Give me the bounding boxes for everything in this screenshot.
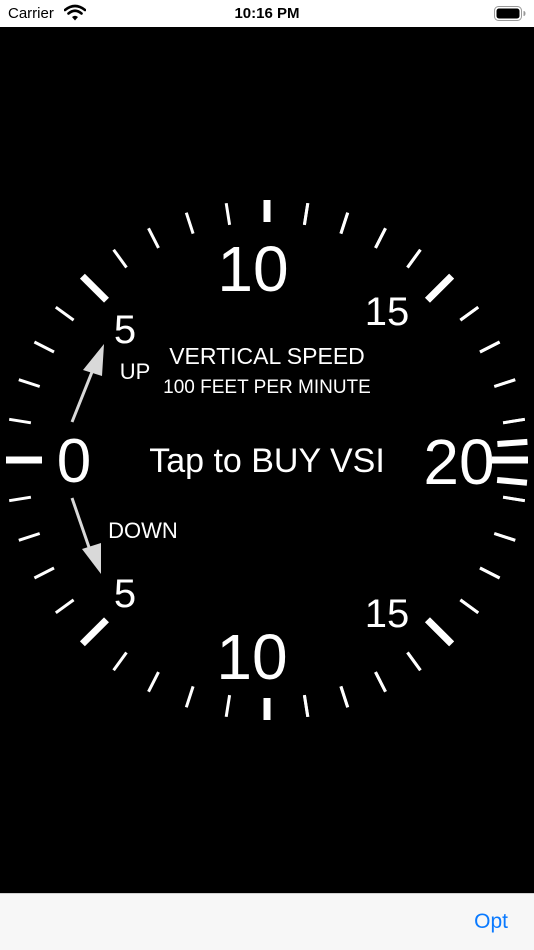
gauge-tick-b13	[374, 671, 387, 693]
gauge-tick-9	[224, 202, 232, 226]
buy-vsi-button[interactable]: Tap to BUY VSI	[149, 442, 385, 480]
gauge-tick-7	[147, 227, 160, 249]
battery-icon	[494, 6, 526, 21]
up-needle	[70, 344, 104, 423]
down-needle	[70, 497, 101, 574]
gauge-tick-b19	[502, 495, 526, 503]
gauge-tick-b16	[459, 598, 480, 615]
gauge-tick-b28	[339, 212, 350, 235]
gauge-tick-8	[184, 212, 195, 235]
scale-label-up-5: 5	[114, 308, 136, 352]
status-time: 10:16 PM	[234, 5, 300, 22]
gauge-tick-r1	[497, 438, 528, 447]
gauge-tick-1	[8, 417, 32, 425]
gauge-title: VERTICAL SPEED	[169, 343, 365, 369]
status-bar: Carrier 10:16 PM	[0, 0, 534, 27]
gauge-tick-b3	[33, 566, 55, 580]
scale-label-down-15: 15	[365, 592, 410, 636]
gauge-tick-2	[18, 378, 41, 388]
scale-label-20: 20	[423, 426, 494, 498]
gauge-tick-b26	[406, 248, 422, 269]
gauge-tick-b8	[184, 685, 195, 708]
gauge-tick-b23	[479, 340, 501, 354]
gauge-tick-b29	[302, 202, 310, 226]
scale-label-0: 0	[57, 427, 91, 496]
scale-label-up-15: 15	[365, 290, 410, 334]
gauge-tick-b5	[79, 617, 109, 647]
gauge-tick-b12	[339, 685, 350, 708]
up-label: UP	[120, 359, 151, 384]
gauge-subtitle: 100 FEET PER MINUTE	[163, 377, 371, 398]
gauge-tick-b27	[374, 227, 387, 249]
gauge-tick-b4	[54, 598, 75, 615]
gauge-tick-5	[79, 273, 109, 303]
scale-label-down-5: 5	[114, 572, 136, 616]
gauge-tick-4	[54, 305, 75, 322]
bottom-toolbar: Opt	[0, 893, 534, 950]
gauge-tick-3	[33, 340, 55, 354]
gauge-tick-6	[112, 248, 128, 269]
gauge-tick-b17	[479, 566, 501, 580]
gauge-tick-b6	[112, 651, 128, 672]
gauge-tick-b25	[425, 273, 455, 303]
gauge-tick-b24	[459, 305, 480, 322]
gauge-tick-b9	[224, 694, 232, 718]
scale-label-down-10: 10	[216, 621, 287, 693]
gauge-tick-b15	[425, 617, 455, 647]
gauge-tick-b2	[18, 532, 41, 542]
opt-button[interactable]: Opt	[474, 910, 508, 934]
gauge-tick-b7	[147, 671, 160, 693]
gauge-tick-b1	[8, 495, 32, 503]
gauge-tick-b14	[406, 651, 422, 672]
gauge-tick-b11	[302, 694, 310, 718]
gauge-tick-b18	[493, 532, 516, 542]
down-label: DOWN	[108, 518, 178, 543]
gauge-tick-b22	[493, 378, 516, 388]
scale-label-up-10: 10	[217, 233, 288, 305]
vsi-gauge[interactable]: 0 5 10 15 20 5 10 15 VERTICAL SPEED 100 …	[0, 27, 534, 893]
gauge-tick-b21	[502, 417, 526, 425]
gauge-tick-r2	[496, 477, 528, 486]
